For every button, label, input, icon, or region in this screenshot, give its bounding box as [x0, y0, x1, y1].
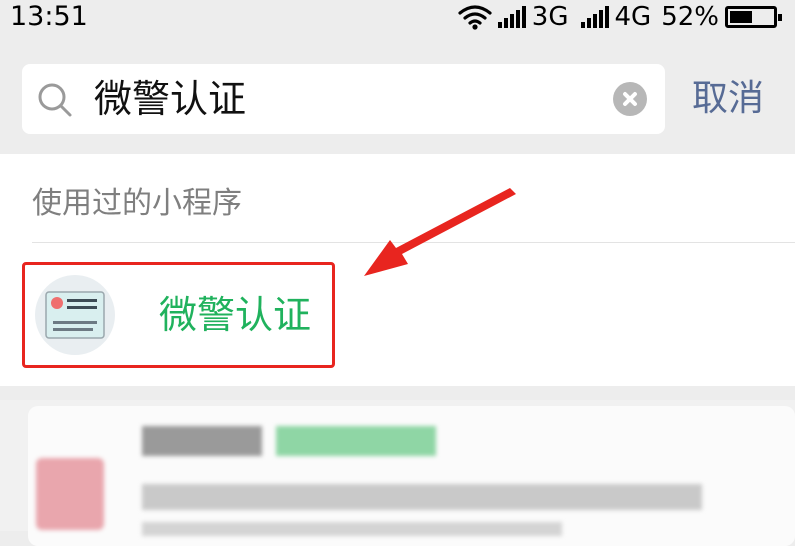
search-icon [38, 83, 72, 117]
wifi-icon [458, 5, 492, 30]
network-type-label: 3G [531, 2, 569, 32]
blurred-title-highlight [276, 426, 436, 456]
search-box[interactable]: 微警认证 [22, 64, 665, 134]
blurred-description [142, 522, 562, 536]
cancel-button[interactable]: 取消 [692, 76, 764, 122]
battery-percent: 52% [661, 2, 719, 32]
signal-icon [580, 6, 609, 28]
battery-icon [725, 6, 782, 28]
clear-icon[interactable] [613, 82, 647, 116]
blurred-title [142, 426, 262, 456]
status-bar: 13:51 3G 4G 52% [0, 0, 795, 36]
blurred-thumbnail [36, 458, 104, 530]
section-title: 使用过的小程序 [32, 186, 242, 221]
status-indicators: 3G 4G 52% [458, 0, 782, 34]
id-card-icon [35, 275, 115, 355]
search-results-list [0, 400, 795, 546]
status-time: 13:51 [10, 1, 88, 32]
search-input[interactable]: 微警认证 [94, 76, 246, 122]
signal-icon [497, 6, 526, 28]
battery-level [730, 11, 752, 23]
mini-program-result-item[interactable]: 微警认证 [22, 262, 335, 368]
blurred-result-card [28, 406, 795, 546]
network-type-label: 4G [614, 2, 652, 32]
mini-program-name: 微警认证 [159, 293, 312, 337]
annotation-arrow-icon [364, 188, 516, 276]
blurred-description [142, 484, 702, 510]
